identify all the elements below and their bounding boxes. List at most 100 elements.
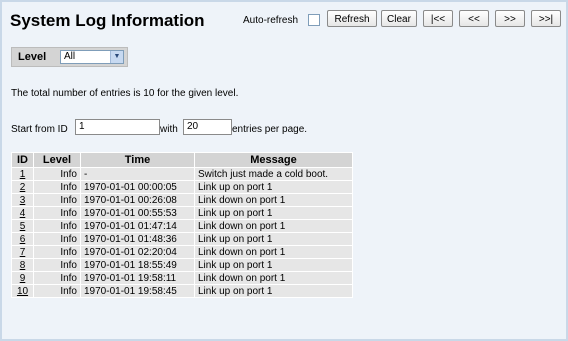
log-id-link[interactable]: 2 — [20, 182, 26, 193]
log-id-link-cell[interactable]: 6 — [11, 232, 34, 246]
log-time-cell: 1970-01-01 00:55:53 — [80, 206, 195, 220]
log-level: Info — [60, 233, 77, 245]
page-frame: System Log Information Auto-refresh Refr… — [0, 0, 568, 341]
with-label: with — [160, 124, 178, 135]
log-id-link[interactable]: 9 — [20, 273, 26, 284]
header-time: Time — [80, 152, 195, 168]
table-row: 9 Info 1970-01-01 19:58:11 Link down on por… — [11, 271, 353, 285]
log-message: Link up on port 1 — [198, 181, 273, 193]
log-message: Link down on port 1 — [198, 272, 286, 284]
log-time: 1970-01-01 19:58:11 — [84, 272, 177, 284]
log-level-cell: Info — [33, 245, 81, 259]
auto-refresh-label: Auto-refresh — [243, 15, 299, 26]
log-time: 1970-01-01 00:00:05 — [84, 181, 177, 193]
log-time: 1970-01-01 00:55:53 — [84, 207, 177, 219]
log-message: Link up on port 1 — [198, 207, 273, 219]
table-row: 7 Info 1970-01-01 02:20:04 Link down on por… — [11, 245, 353, 259]
log-level: Info — [60, 272, 77, 284]
log-message-cell: Link up on port 1 — [194, 232, 353, 246]
log-id-link-cell[interactable]: 7 — [11, 245, 34, 259]
log-level: Info — [60, 168, 77, 180]
log-time-cell: 1970-01-01 19:58:11 — [80, 271, 195, 285]
log-time-cell: 1970-01-01 00:00:05 — [80, 180, 195, 194]
log-id-link[interactable]: 3 — [20, 195, 26, 206]
log-time-cell: 1970-01-01 02:20:04 — [80, 245, 195, 259]
log-level-cell: Info — [33, 193, 81, 207]
log-time: 1970-01-01 19:58:45 — [84, 285, 177, 297]
log-message: Link up on port 1 — [198, 233, 273, 245]
page-title: System Log Information — [10, 11, 205, 30]
chevron-down-icon[interactable]: ▼ — [110, 51, 123, 63]
entries-per-page-label: entries per page. — [232, 124, 308, 135]
entries-per-page-input[interactable]: 20 — [183, 119, 232, 135]
log-table: ID Level Time Message 1 Info - Switch just … — [11, 152, 353, 298]
header-message: Message — [194, 152, 353, 168]
log-id-link-cell[interactable]: 5 — [11, 219, 34, 233]
level-filter: Level All ▼ — [11, 47, 128, 67]
log-message-cell: Link up on port 1 — [194, 180, 353, 194]
log-id-link[interactable]: 5 — [20, 221, 26, 232]
table-row: 1 Info - Switch just made a cold boot. — [11, 167, 353, 181]
entries-summary: The total number of entries is 10 for th… — [11, 88, 239, 99]
log-message-cell: Link down on port 1 — [194, 271, 353, 285]
log-level-cell: Info — [33, 180, 81, 194]
log-time-cell: 1970-01-01 01:47:14 — [80, 219, 195, 233]
log-message-cell: Link down on port 1 — [194, 193, 353, 207]
log-message-cell: Switch just made a cold boot. — [194, 167, 353, 181]
auto-refresh-checkbox[interactable] — [308, 14, 320, 26]
log-level: Info — [60, 207, 77, 219]
log-message: Link down on port 1 — [198, 194, 286, 206]
table-row: 2 Info 1970-01-01 00:00:05 Link up on port … — [11, 180, 353, 194]
log-level: Info — [60, 220, 77, 232]
log-id-link[interactable]: 7 — [20, 247, 26, 258]
log-message-cell: Link down on port 1 — [194, 245, 353, 259]
level-select[interactable]: All ▼ — [60, 50, 124, 64]
log-time: - — [84, 168, 88, 180]
log-id-link-cell[interactable]: 3 — [11, 193, 34, 207]
log-time: 1970-01-01 18:55:49 — [84, 259, 177, 271]
log-level: Info — [60, 246, 77, 258]
log-message-cell: Link up on port 1 — [194, 258, 353, 272]
log-message-cell: Link up on port 1 — [194, 284, 353, 298]
log-level-cell: Info — [33, 232, 81, 246]
start-id-input[interactable]: 1 — [75, 119, 160, 135]
last-page-button[interactable]: >>| — [531, 10, 561, 27]
header-level: Level — [33, 152, 81, 168]
log-time: 1970-01-01 02:20:04 — [84, 246, 177, 258]
log-time: 1970-01-01 01:47:14 — [84, 220, 177, 232]
log-message: Switch just made a cold boot. — [198, 168, 329, 180]
log-level: Info — [60, 259, 77, 271]
start-from-label: Start from ID — [11, 124, 68, 135]
table-row: 5 Info 1970-01-01 01:47:14 Link down on por… — [11, 219, 353, 233]
log-time: 1970-01-01 01:48:36 — [84, 233, 177, 245]
next-page-button[interactable]: >> — [495, 10, 525, 27]
log-id-link-cell[interactable]: 8 — [11, 258, 34, 272]
log-id-link[interactable]: 1 — [20, 169, 26, 180]
log-message: Link down on port 1 — [198, 220, 286, 232]
previous-page-button[interactable]: << — [459, 10, 489, 27]
log-message: Link up on port 1 — [198, 259, 273, 271]
refresh-button[interactable]: Refresh — [327, 10, 377, 27]
log-time-cell: 1970-01-01 19:58:45 — [80, 284, 195, 298]
first-page-button[interactable]: |<< — [423, 10, 453, 27]
log-level-cell: Info — [33, 206, 81, 220]
log-id-link-cell[interactable]: 2 — [11, 180, 34, 194]
log-level: Info — [60, 181, 77, 193]
log-level: Info — [60, 285, 77, 297]
log-time-cell: 1970-01-01 01:48:36 — [80, 232, 195, 246]
log-level-cell: Info — [33, 284, 81, 298]
log-message-cell: Link down on port 1 — [194, 219, 353, 233]
log-id-link-cell[interactable]: 10 — [11, 284, 34, 298]
log-id-link[interactable]: 10 — [17, 286, 28, 297]
log-level: Info — [60, 194, 77, 206]
log-level-cell: Info — [33, 167, 81, 181]
clear-button[interactable]: Clear — [381, 10, 417, 27]
log-id-link-cell[interactable]: 4 — [11, 206, 34, 220]
log-id-link-cell[interactable]: 1 — [11, 167, 34, 181]
log-id-link[interactable]: 4 — [20, 208, 26, 219]
header-id: ID — [11, 152, 34, 168]
log-id-link[interactable]: 6 — [20, 234, 26, 245]
log-id-link-cell[interactable]: 9 — [11, 271, 34, 285]
table-row: 8 Info 1970-01-01 18:55:49 Link up on port … — [11, 258, 353, 272]
log-id-link[interactable]: 8 — [20, 260, 26, 271]
